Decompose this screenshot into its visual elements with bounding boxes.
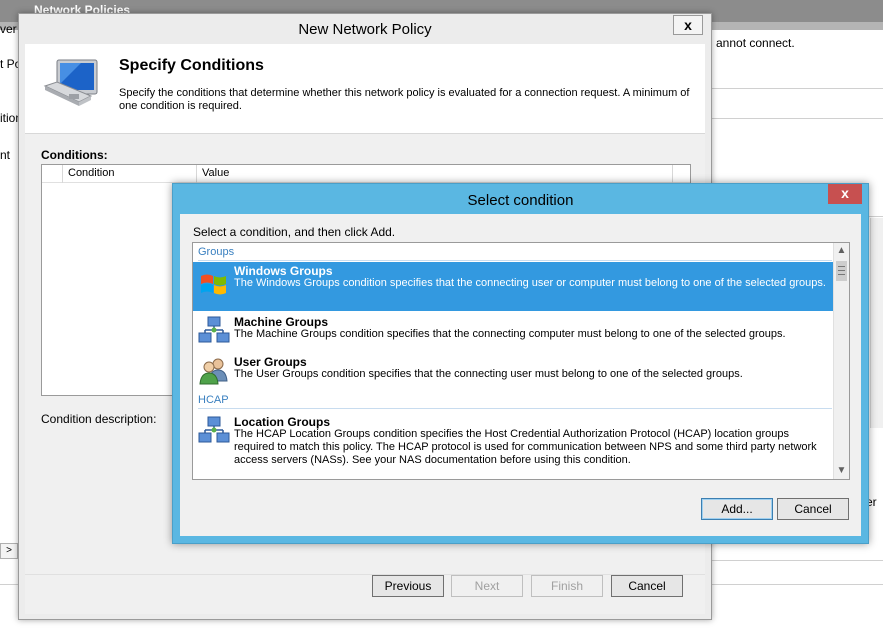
wizard-header: Specify Conditions Specify the condition…	[25, 44, 705, 134]
column-separator	[62, 165, 63, 183]
network-computers-icon	[197, 315, 231, 347]
condition-description-label: Condition description:	[41, 412, 157, 426]
monitor-icon	[39, 56, 101, 114]
background-tree-item[interactable]: ver	[0, 22, 17, 36]
condition-type-list[interactable]: Groups Windows Groups The Windows Groups…	[192, 242, 850, 480]
condition-description: The Windows Groups condition specifies t…	[234, 277, 826, 289]
condition-item-location-groups[interactable]: Location Groups The HCAP Location Groups…	[193, 413, 834, 473]
page-description: Specify the conditions that determine wh…	[119, 87, 690, 112]
conditions-label: Conditions:	[41, 148, 108, 162]
column-separator	[196, 165, 197, 183]
condition-list-scrollbar[interactable]: ▲ ▼	[833, 243, 849, 479]
select-dialog-close-button[interactable]: x	[828, 184, 862, 204]
scroll-up-icon[interactable]: ▲	[834, 243, 849, 259]
policy-dialog-close-button[interactable]: x	[673, 15, 703, 35]
previous-button[interactable]: Previous	[372, 575, 444, 597]
column-separator	[672, 165, 673, 183]
background-divider	[712, 118, 883, 119]
add-button[interactable]: Add...	[701, 498, 773, 520]
select-dialog-body: Select a condition, and then click Add. …	[180, 214, 861, 536]
windows-flag-icon	[197, 268, 231, 300]
select-cancel-button[interactable]: Cancel	[777, 498, 849, 520]
background-divider	[712, 560, 883, 561]
background-divider	[712, 88, 883, 89]
group-heading-hcap: HCAP	[198, 394, 229, 406]
condition-name: Machine Groups	[234, 315, 329, 329]
condition-description: The User Groups condition specifies that…	[234, 368, 743, 380]
grip-icon	[838, 266, 845, 275]
cancel-button[interactable]: Cancel	[611, 575, 683, 597]
page-title: Specify Conditions	[119, 57, 264, 74]
select-instruction: Select a condition, and then click Add.	[193, 225, 396, 239]
group-heading-groups: Groups	[198, 246, 235, 258]
background-scrollbar[interactable]	[870, 218, 883, 428]
select-dialog-title: Select condition	[467, 192, 574, 209]
condition-item-windows-groups[interactable]: Windows Groups The Windows Groups condit…	[193, 262, 834, 311]
network-computers-icon	[197, 415, 231, 447]
column-header-value[interactable]: Value	[202, 167, 229, 179]
condition-name: Windows Groups	[234, 264, 333, 278]
network-computers-icon	[197, 475, 231, 479]
condition-description: The Machine Groups condition specifies t…	[234, 328, 786, 340]
condition-name: User Groups	[234, 355, 307, 369]
scroll-down-icon[interactable]: ▼	[834, 463, 849, 479]
background-scroll-right-button[interactable]: >	[0, 543, 18, 559]
column-header-condition[interactable]: Condition	[68, 167, 114, 179]
condition-name: Location Groups	[234, 415, 330, 429]
background-details-text: annot connect.	[716, 36, 795, 50]
group-divider	[198, 408, 832, 409]
condition-item-machine-groups[interactable]: Machine Groups The Machine Groups condit…	[193, 313, 834, 351]
next-button[interactable]: Next	[451, 575, 523, 597]
group-divider	[198, 260, 832, 261]
scrollbar-thumb[interactable]	[836, 261, 847, 281]
condition-item-partial[interactable]	[193, 475, 834, 479]
condition-description: The HCAP Location Groups condition speci…	[234, 428, 817, 466]
finish-button[interactable]: Finish	[531, 575, 603, 597]
policy-dialog-title: New Network Policy	[298, 21, 432, 38]
condition-item-user-groups[interactable]: User Groups The User Groups condition sp…	[193, 353, 834, 393]
footer-divider	[25, 574, 705, 575]
select-condition-dialog: Select condition x Select a condition, a…	[172, 183, 869, 544]
background-tree-item[interactable]: nt	[0, 148, 10, 162]
policy-dialog-titlebar[interactable]: New Network Policy x	[19, 14, 711, 44]
users-icon	[197, 355, 231, 387]
conditions-list-header: Condition Value	[42, 165, 690, 183]
